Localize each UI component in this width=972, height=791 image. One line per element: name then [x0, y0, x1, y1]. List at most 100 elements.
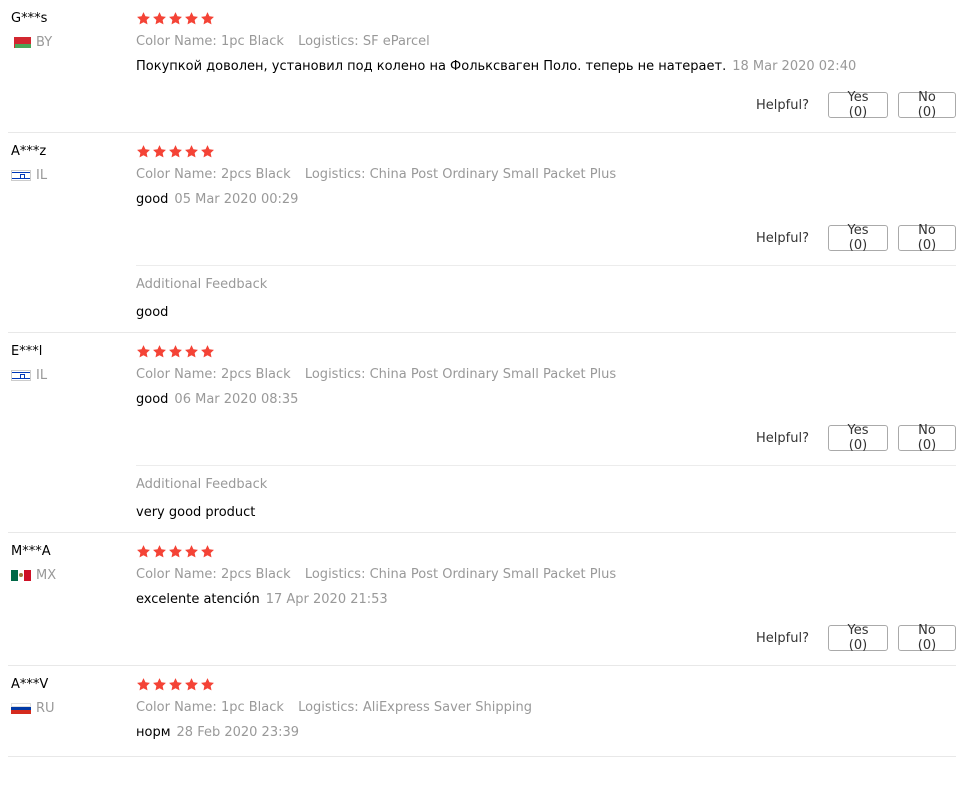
- reviewer-info: M***A MX: [11, 543, 131, 583]
- country-code: IL: [36, 168, 48, 183]
- star-rating: [136, 344, 956, 360]
- star-icon: [169, 145, 182, 158]
- review-text: норм: [136, 725, 171, 740]
- color-name-label: Color Name:: [136, 367, 217, 382]
- additional-feedback: Additional Feedback very good product: [136, 465, 956, 532]
- review-content: Color Name: 1pc Black Logistics: AliExpr…: [136, 666, 956, 756]
- country-flag-icon: [11, 370, 31, 381]
- reviewer-name: M***A: [11, 544, 51, 559]
- review-item: A***z IL Color Name: 2pcs Black Logistics:…: [8, 133, 956, 333]
- helpful-label: Helpful?: [756, 97, 809, 113]
- color-name-value: 1pc Black: [220, 34, 284, 49]
- star-icon: [169, 345, 182, 358]
- helpful-label: Helpful?: [756, 430, 809, 446]
- additional-feedback-title: Additional Feedback: [136, 477, 268, 492]
- star-icon: [137, 145, 150, 158]
- color-name-label: Color Name:: [136, 700, 217, 715]
- reviews-list: G***s BY Color Name: 1pc Black Logistics: …: [0, 0, 972, 757]
- color-name-value: 2pcs Black: [220, 367, 291, 382]
- star-icon: [137, 545, 150, 558]
- helpful-row: Helpful? Yes (0) No (0): [136, 223, 956, 265]
- helpful-no-button[interactable]: No (0): [898, 90, 956, 120]
- star-icon: [137, 678, 150, 691]
- review-date: 18 Mar 2020 02:40: [732, 59, 857, 74]
- logistics-value: China Post Ordinary Small Packet Plus: [369, 367, 617, 382]
- logistics-label: Logistics:: [298, 700, 359, 715]
- reviewer-country: IL: [11, 368, 131, 383]
- country-flag-icon: [11, 170, 31, 181]
- star-icon: [185, 12, 198, 25]
- logistics-label: Logistics:: [298, 34, 359, 49]
- helpful-yes-button[interactable]: Yes (0): [828, 623, 888, 653]
- star-icon: [169, 678, 182, 691]
- reviewer-info: A***V RU: [11, 676, 131, 716]
- review-item: G***s BY Color Name: 1pc Black Logistics: …: [8, 0, 956, 133]
- review-date: 28 Feb 2020 23:39: [176, 725, 300, 740]
- color-name-label: Color Name:: [136, 34, 217, 49]
- order-attributes: Color Name: 2pcs Black Logistics: China …: [136, 166, 956, 184]
- reviewer-info: G***s BY: [11, 10, 131, 50]
- additional-feedback-text: very good product: [136, 505, 256, 520]
- additional-feedback-title: Additional Feedback: [136, 277, 268, 292]
- logistics-value: SF eParcel: [362, 34, 430, 49]
- star-icon: [201, 345, 214, 358]
- order-attributes: Color Name: 1pc Black Logistics: SF ePar…: [136, 33, 956, 51]
- star-icon: [169, 545, 182, 558]
- review-date: 06 Mar 2020 08:35: [174, 392, 299, 407]
- color-name-label: Color Name:: [136, 167, 217, 182]
- star-icon: [185, 345, 198, 358]
- logistics-label: Logistics:: [304, 367, 366, 382]
- star-icon: [153, 545, 166, 558]
- reviewer-country: BY: [11, 35, 131, 50]
- star-rating: [136, 144, 956, 160]
- reviewer-country: RU: [11, 701, 131, 716]
- star-icon: [153, 345, 166, 358]
- review-content: Color Name: 2pcs Black Logistics: China …: [136, 533, 956, 665]
- color-name-value: 1pc Black: [220, 700, 284, 715]
- additional-feedback-text: good: [136, 305, 169, 320]
- helpful-yes-button[interactable]: Yes (0): [828, 223, 888, 253]
- order-attributes: Color Name: 2pcs Black Logistics: China …: [136, 366, 956, 384]
- country-code: BY: [36, 35, 53, 50]
- star-icon: [201, 145, 214, 158]
- star-icon: [137, 12, 150, 25]
- review-item: E***l IL Color Name: 2pcs Black Logistics:…: [8, 333, 956, 533]
- review-text-row: good 05 Mar 2020 00:29: [136, 191, 956, 209]
- country-code: IL: [36, 368, 48, 383]
- reviewer-name: E***l: [11, 344, 43, 359]
- review-text-row: Покупкой доволен, установил под колено н…: [136, 58, 956, 76]
- star-icon: [185, 145, 198, 158]
- helpful-yes-button[interactable]: Yes (0): [828, 90, 888, 120]
- star-icon: [201, 545, 214, 558]
- country-code: MX: [36, 568, 57, 583]
- helpful-yes-button[interactable]: Yes (0): [828, 423, 888, 453]
- helpful-no-button[interactable]: No (0): [898, 623, 956, 653]
- logistics-value: AliExpress Saver Shipping: [362, 700, 532, 715]
- star-icon: [137, 345, 150, 358]
- logistics-label: Logistics:: [304, 167, 366, 182]
- review-text-row: good 06 Mar 2020 08:35: [136, 391, 956, 409]
- helpful-row: Helpful? Yes (0) No (0): [136, 423, 956, 465]
- logistics-value: China Post Ordinary Small Packet Plus: [369, 567, 617, 582]
- order-attributes: Color Name: 2pcs Black Logistics: China …: [136, 566, 956, 584]
- reviewer-info: E***l IL: [11, 343, 131, 383]
- star-icon: [201, 12, 214, 25]
- review-text: good: [136, 192, 169, 207]
- star-icon: [169, 12, 182, 25]
- color-name-label: Color Name:: [136, 567, 217, 582]
- star-rating: [136, 544, 956, 560]
- review-date: 05 Mar 2020 00:29: [174, 192, 299, 207]
- helpful-row: Helpful? Yes (0) No (0): [136, 90, 956, 132]
- star-icon: [201, 678, 214, 691]
- additional-feedback: Additional Feedback good: [136, 265, 956, 332]
- star-icon: [153, 12, 166, 25]
- helpful-label: Helpful?: [756, 630, 809, 646]
- color-name-value: 2pcs Black: [220, 167, 291, 182]
- star-rating: [136, 11, 956, 27]
- country-code: RU: [36, 701, 55, 716]
- helpful-no-button[interactable]: No (0): [898, 423, 956, 453]
- helpful-no-button[interactable]: No (0): [898, 223, 956, 253]
- review-text: excelente atención: [136, 592, 260, 607]
- star-rating: [136, 677, 956, 693]
- star-icon: [153, 678, 166, 691]
